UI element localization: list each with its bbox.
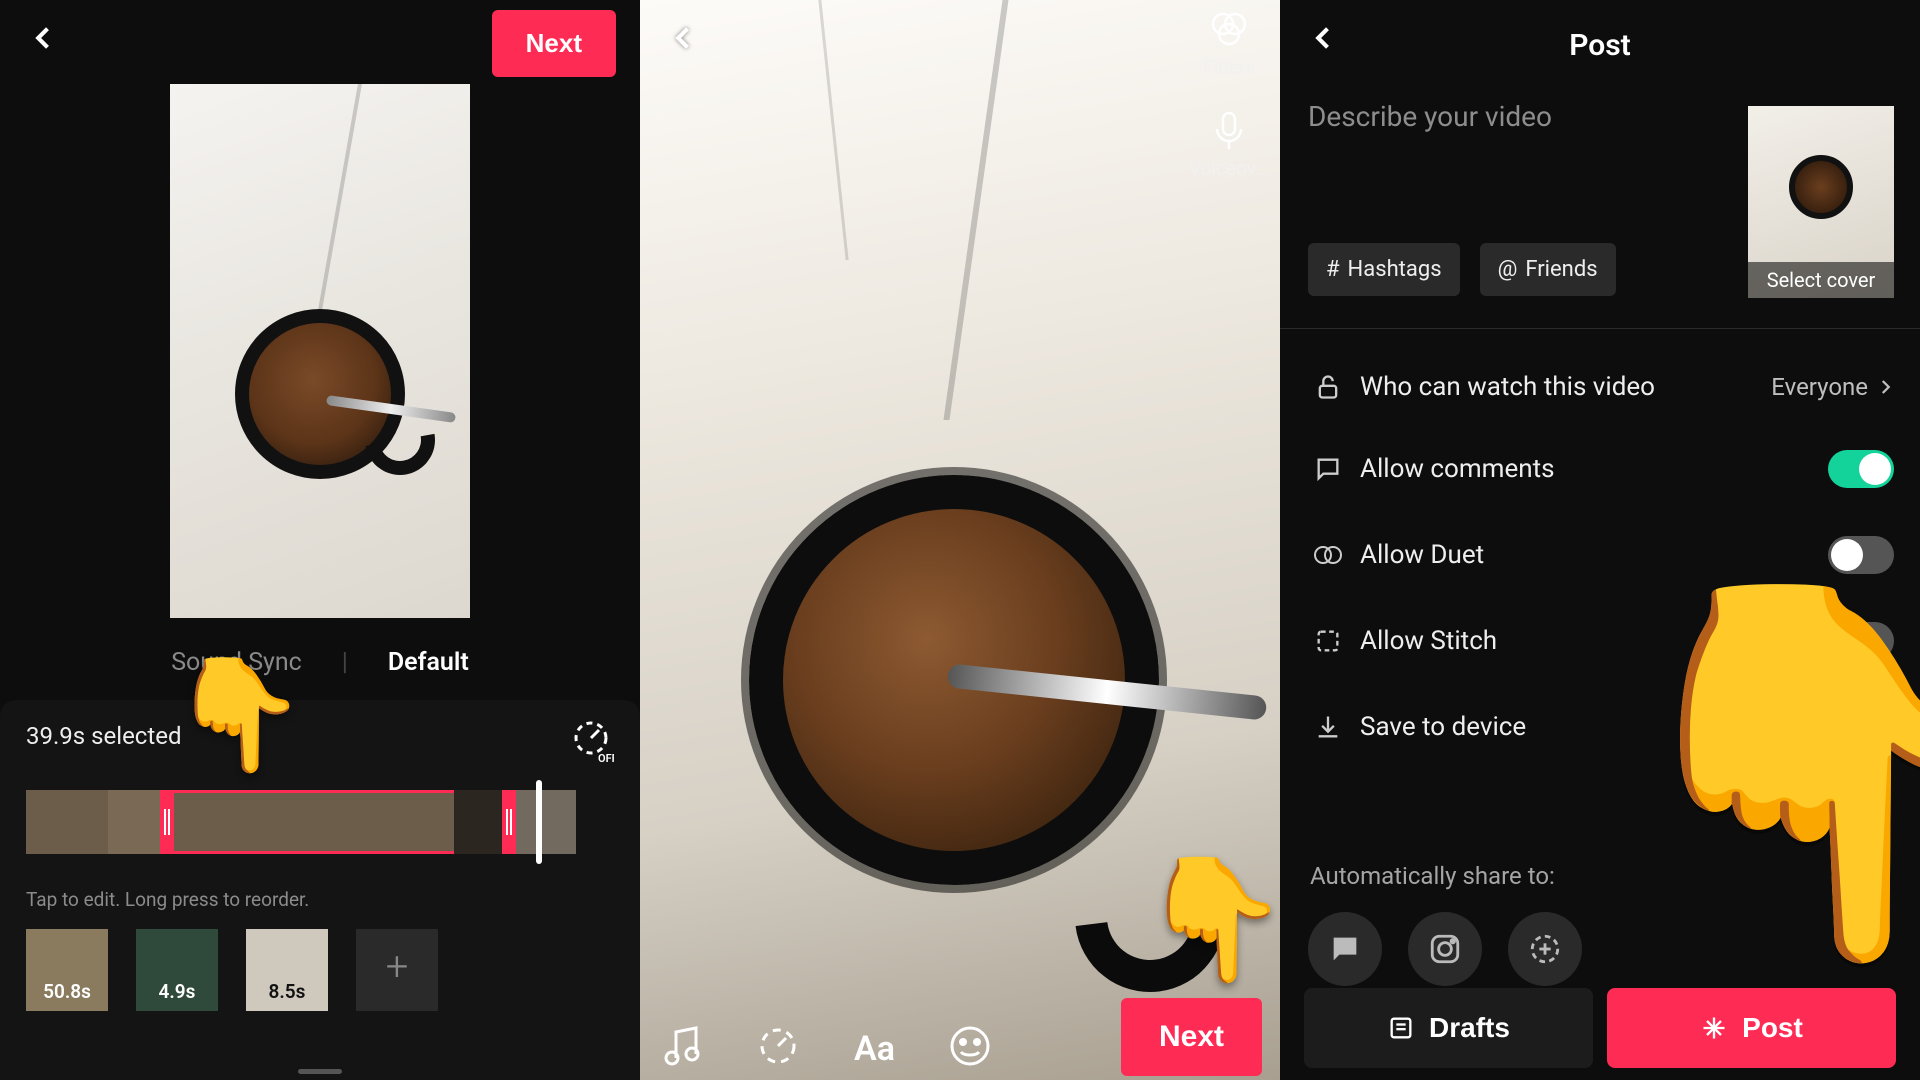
effects-button[interactable] [754,1022,802,1076]
toggle-comments[interactable] [1828,450,1894,488]
toggle-save-device[interactable] [1828,708,1894,746]
divider [1280,328,1920,329]
row-save-device: Save to device [1306,684,1894,770]
video-preview[interactable] [170,84,470,618]
settings-list: Who can watch this video Everyone Allow … [1306,348,1894,770]
page-title: Post [1280,28,1920,63]
row-duet: Allow Duet [1306,512,1894,598]
share-instagram-button[interactable] [1408,912,1482,986]
row-privacy[interactable]: Who can watch this video Everyone [1306,348,1894,426]
clip-item[interactable]: 50.8s [26,929,108,1011]
post-button[interactable]: Post [1607,988,1896,1068]
download-icon [1306,713,1350,741]
next-button[interactable]: Next [492,10,616,77]
clip-item[interactable]: 8.5s [246,929,328,1011]
panel-edit: Filters Voiceov... Aa Next [640,0,1280,1080]
drafts-button[interactable]: Drafts [1304,988,1593,1068]
stickers-button[interactable] [946,1022,994,1076]
duration-selected-label: 39.9s selected [26,722,614,750]
trim-region[interactable] [174,790,454,854]
speed-toggle-icon[interactable]: OFF [568,718,614,768]
drafts-icon [1387,1014,1415,1042]
chevron-right-icon [1876,378,1894,396]
reorder-hint: Tap to edit. Long press to reorder. [26,888,614,911]
sync-tabs: Sound Sync | Default [0,648,640,677]
text-button[interactable]: Aa [850,1022,898,1076]
caption-area[interactable]: Describe your video #Hashtags @Friends [1308,100,1720,296]
friends-chip[interactable]: @Friends [1480,243,1616,296]
timeline[interactable] [26,790,614,854]
duet-icon [1306,541,1350,569]
lock-icon [1306,373,1350,401]
mention-icon: @ [1498,257,1518,282]
sparkle-icon [1700,1014,1728,1042]
share-more-button[interactable] [1508,912,1582,986]
clip-item[interactable]: 4.9s [136,929,218,1011]
select-cover-button[interactable]: Select cover [1748,106,1894,298]
back-button[interactable] [664,18,704,58]
tab-divider: | [342,648,348,677]
filters-button[interactable]: Filters [1189,6,1270,79]
row-stitch: Allow Stitch [1306,598,1894,684]
panel-trim: Next Sound Sync | Default 39.9s selected… [0,0,640,1080]
svg-text:Aa: Aa [854,1029,895,1069]
tab-sound-sync[interactable]: Sound Sync [171,648,302,677]
caption-placeholder: Describe your video [1308,100,1720,133]
hash-icon: # [1326,257,1340,282]
trim-handle-left[interactable] [160,790,174,854]
comment-icon [1306,455,1350,483]
toggle-stitch[interactable] [1828,622,1894,660]
add-clip-button[interactable]: + [356,929,438,1011]
side-toolbar: Filters Voiceov... [1189,6,1270,208]
panel-post: Post Describe your video #Hashtags @Frie… [1280,0,1920,1080]
drawer-grabber[interactable] [298,1069,342,1074]
clip-list: 50.8s 4.9s 8.5s + [26,929,614,1011]
timeline-drawer: 39.9s selected OFF Tap to edit. Long pre… [0,700,640,1080]
bottom-action-bar: Drafts Post [1304,988,1896,1068]
toggle-duet[interactable] [1828,536,1894,574]
hashtags-chip[interactable]: #Hashtags [1308,243,1460,296]
next-button[interactable]: Next [1121,998,1262,1076]
auto-share-label: Automatically share to: [1310,862,1555,890]
tab-default[interactable]: Default [388,648,469,677]
back-button[interactable] [24,18,64,58]
video-preview-full[interactable] [640,0,1280,1080]
sounds-button[interactable] [658,1022,706,1076]
voiceover-button[interactable]: Voiceov... [1189,107,1270,180]
bottom-toolbar: Aa Next [658,998,1262,1076]
stitch-icon [1306,627,1350,655]
share-message-button[interactable] [1308,912,1382,986]
row-comments: Allow comments [1306,426,1894,512]
share-targets [1308,912,1582,986]
playhead[interactable] [536,780,542,864]
trim-handle-right[interactable] [502,790,516,854]
svg-text:OFF: OFF [598,752,614,764]
